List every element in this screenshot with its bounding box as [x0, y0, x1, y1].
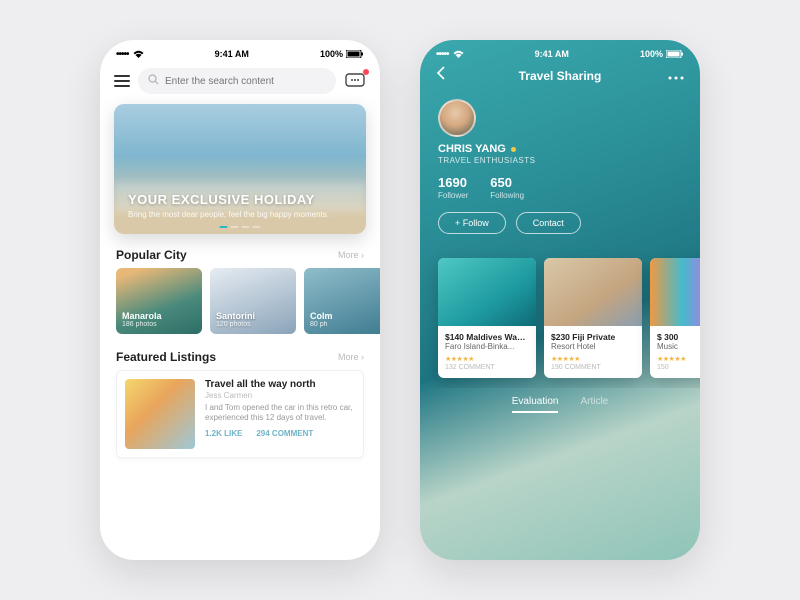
listing-likes: 1.2K LIKE: [205, 429, 242, 438]
listing-card[interactable]: Travel all the way north Jess Carmen I a…: [116, 370, 364, 458]
listing-title: Travel all the way north: [205, 379, 355, 390]
verified-icon: [511, 147, 516, 152]
hero-subtitle: Bring the most dear people, feel the big…: [128, 210, 352, 220]
battery-icon: [666, 50, 684, 58]
hero-title: YOUR EXCLUSIVE HOLIDAY: [128, 192, 352, 207]
more-icon[interactable]: [668, 67, 684, 85]
city-card[interactable]: Colm80 ph: [304, 268, 380, 334]
tab-bar: Evaluation Article: [420, 388, 700, 427]
back-icon[interactable]: [436, 66, 452, 85]
notification-badge: [363, 69, 369, 75]
following-stat[interactable]: 650Following: [490, 175, 524, 200]
phone-explore: ••••• 9:41 AM 100% YOUR EXCLUSIVE HOLIDA…: [100, 40, 380, 560]
search-icon: [148, 72, 159, 90]
more-link-featured[interactable]: More ›: [338, 352, 364, 362]
status-bar: ••••• 9:41 AM 100%: [100, 40, 380, 58]
status-time: 9:41 AM: [535, 49, 569, 59]
signal-icon: •••••: [436, 49, 449, 60]
carousel-indicator: [220, 226, 261, 228]
listing-card[interactable]: $ 300Music★★★★★150: [650, 258, 700, 378]
listing-author: Jess Carmen: [205, 391, 355, 400]
card-image: [544, 258, 642, 326]
city-card[interactable]: Santorini120 photos: [210, 268, 296, 334]
listing-card[interactable]: $230 Fiji PrivateResort Hotel★★★★★190 CO…: [544, 258, 642, 378]
wifi-icon: [133, 50, 144, 58]
listing-thumbnail: [125, 379, 195, 449]
battery-icon: [346, 50, 364, 58]
follower-stat[interactable]: 1690Follower: [438, 175, 468, 200]
listing-cards: $140 Maldives WabinFaro Island-Binka...★…: [420, 244, 700, 388]
page-title: Travel Sharing: [519, 69, 602, 83]
contact-button[interactable]: Contact: [516, 212, 581, 234]
listing-comments: 294 COMMENT: [256, 429, 313, 438]
listing-desc: I and Tom opened the car in this retro c…: [205, 403, 355, 424]
section-title-popular: Popular City: [116, 248, 187, 262]
chat-icon[interactable]: [344, 71, 366, 91]
more-link-popular[interactable]: More ›: [338, 250, 364, 260]
popular-city-list: Manarola186 photos Santorini120 photos C…: [100, 268, 380, 344]
city-card[interactable]: Manarola186 photos: [116, 268, 202, 334]
tab-article[interactable]: Article: [580, 396, 608, 413]
wifi-icon: [453, 50, 464, 58]
profile-name: CHRIS YANG: [438, 143, 506, 155]
status-bar: ••••• 9:41 AM 100%: [420, 40, 700, 58]
avatar[interactable]: [438, 99, 476, 137]
card-image: [438, 258, 536, 326]
hero-banner[interactable]: YOUR EXCLUSIVE HOLIDAY Bring the most de…: [114, 104, 366, 234]
section-title-featured: Featured Listings: [116, 350, 216, 364]
search-input[interactable]: [138, 68, 336, 94]
star-rating: ★★★★★: [657, 355, 700, 363]
follow-button[interactable]: + Follow: [438, 212, 506, 234]
signal-icon: •••••: [116, 49, 129, 60]
profile-section: CHRIS YANG TRAVEL ENTHUSIASTS 1690Follow…: [420, 93, 700, 244]
phone-profile: ••••• 9:41 AM 100% Travel Sharing CHRIS …: [420, 40, 700, 560]
star-rating: ★★★★★: [551, 355, 635, 363]
profile-tag: TRAVEL ENTHUSIASTS: [438, 156, 682, 165]
tab-evaluation[interactable]: Evaluation: [512, 396, 559, 413]
battery-percent: 100%: [320, 49, 343, 59]
battery-percent: 100%: [640, 49, 663, 59]
star-rating: ★★★★★: [445, 355, 529, 363]
status-time: 9:41 AM: [215, 49, 249, 59]
listing-card[interactable]: $140 Maldives WabinFaro Island-Binka...★…: [438, 258, 536, 378]
menu-icon[interactable]: [114, 75, 130, 87]
card-image: [650, 258, 700, 326]
